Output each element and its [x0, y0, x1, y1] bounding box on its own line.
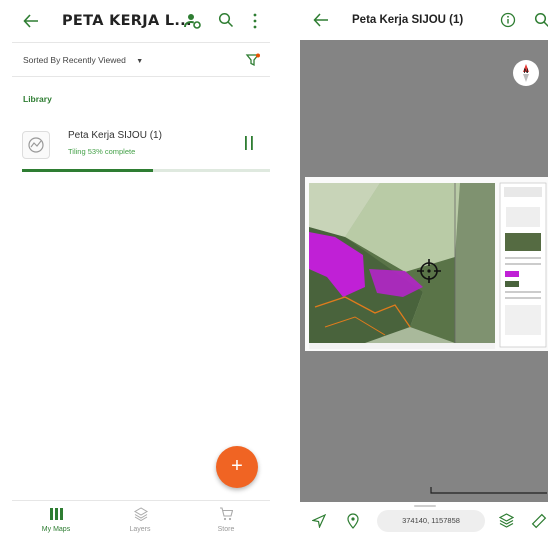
nav-my-maps[interactable]: My Maps	[26, 505, 86, 538]
chevron-down-icon: ▼	[136, 58, 144, 65]
library-list-item[interactable]	[12, 118, 270, 174]
nav-label-store: Store	[217, 526, 235, 533]
sort-divider	[12, 76, 270, 77]
filter-icon[interactable]	[245, 52, 261, 68]
header-divider	[12, 42, 270, 43]
add-map-button[interactable]: +	[216, 446, 258, 488]
map-title: Peta Kerja SIJOU (1)	[68, 130, 162, 141]
pause-icon[interactable]	[244, 135, 254, 151]
library-header: Library	[23, 94, 52, 104]
scale-bar	[430, 487, 548, 495]
nav-layers[interactable]: Layers	[110, 505, 170, 538]
bottom-nav-divider	[12, 500, 270, 501]
map-view-screen: Peta Kerja SIJOU (1) N 374140, 1157858	[300, 0, 548, 538]
sort-dropdown[interactable]: Sorted By Recently Viewed ▼	[23, 55, 143, 65]
location-pin-icon[interactable]	[347, 513, 359, 529]
nav-store[interactable]: Store	[196, 505, 256, 538]
tiling-progress-bar	[22, 169, 270, 172]
crosshair-icon	[416, 258, 442, 284]
layers-icon	[134, 507, 148, 521]
coordinates-display[interactable]: 374140, 1157858	[377, 510, 485, 532]
back-arrow-icon[interactable]	[22, 12, 40, 30]
maps-icon	[50, 508, 63, 520]
person-settings-icon[interactable]	[184, 12, 202, 30]
measure-icon[interactable]	[531, 513, 547, 529]
map-title: Peta Kerja SIJOU (1)	[352, 14, 464, 26]
search-icon[interactable]	[218, 12, 234, 28]
nav-label-my-maps: My Maps	[41, 526, 71, 533]
compass-north-label: N	[523, 68, 529, 75]
navigation-arrow-icon[interactable]	[312, 514, 326, 528]
drag-handle[interactable]	[414, 505, 436, 507]
tiling-status: Tiling 53% complete	[68, 147, 136, 156]
info-icon[interactable]	[500, 12, 516, 28]
map-thumbnail-icon	[22, 131, 50, 159]
layers-icon[interactable]	[499, 513, 514, 528]
sort-label: Sorted By Recently Viewed	[23, 55, 126, 65]
page-title: PETA KERJA L...	[62, 13, 192, 29]
more-vert-icon[interactable]	[251, 12, 259, 30]
cart-icon	[219, 507, 233, 521]
back-arrow-icon[interactable]	[312, 11, 330, 29]
search-icon[interactable]	[534, 12, 548, 28]
compass-button[interactable]: N	[513, 60, 539, 86]
my-maps-screen: PETA KERJA L... Sorted By Recently Viewe…	[0, 0, 274, 538]
nav-label-layers: Layers	[129, 526, 151, 533]
tiling-progress-fill	[22, 169, 154, 172]
